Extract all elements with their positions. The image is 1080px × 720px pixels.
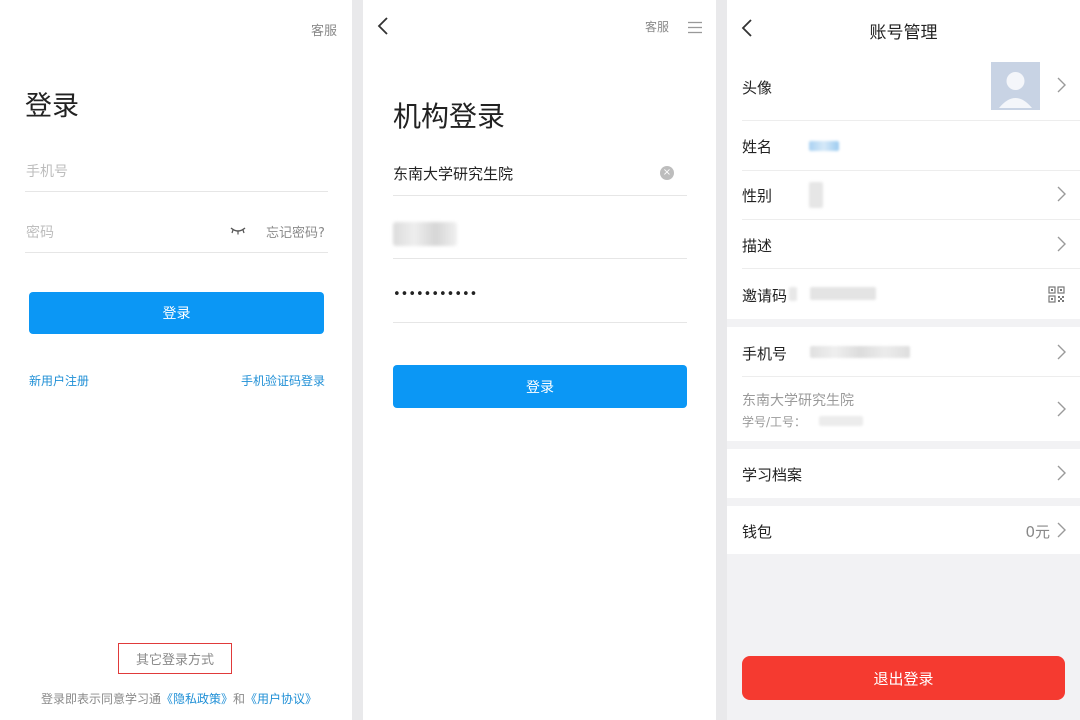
agreement-text: 登录即表示同意学习通《隐私政策》和《用户协议》 xyxy=(41,690,317,707)
avatar-label: 头像 xyxy=(742,79,773,97)
org-login-panel: 客服 机构登录 东南大学研究生院 × ••••••••••• 登录 xyxy=(363,0,716,720)
agreement-prefix: 登录即表示同意学习通 xyxy=(41,692,162,706)
organization-row[interactable]: 东南大学研究生院 学号/工号： xyxy=(727,377,1080,441)
eye-closed-icon[interactable] xyxy=(230,222,246,236)
privacy-policy-link[interactable]: 《隐私政策》 xyxy=(161,692,233,706)
learning-records-label: 学习档案 xyxy=(742,466,803,484)
page-title: 登录 xyxy=(25,91,79,122)
student-id-label: 学号/工号： xyxy=(742,415,807,429)
forgot-password-link[interactable]: 忘记密码? xyxy=(266,222,325,241)
avatar[interactable] xyxy=(991,62,1040,110)
chevron-right-icon xyxy=(1057,401,1066,421)
invite-code-prefix-blurred xyxy=(789,287,797,301)
logout-button[interactable]: 退出登录 xyxy=(742,656,1065,700)
wallet-row[interactable]: 钱包 0元 xyxy=(727,506,1080,554)
phone-input-underline xyxy=(25,191,328,192)
chevron-right-icon xyxy=(1057,186,1066,206)
description-label: 描述 xyxy=(742,237,773,255)
phone-row[interactable]: 手机号 xyxy=(727,327,1080,377)
records-section: 学习档案 xyxy=(727,449,1080,498)
header: 账号管理 xyxy=(727,0,1080,56)
wallet-label: 钱包 xyxy=(742,523,773,541)
account-panel: 账号管理 头像 姓名 性别 描述 邀请码 手机号 东南大学研究生院 学号/工号：… xyxy=(727,0,1080,720)
profile-section: 头像 姓名 性别 描述 邀请码 xyxy=(727,56,1080,319)
password-input[interactable]: ••••••••••• xyxy=(393,287,477,302)
chevron-right-icon xyxy=(1057,522,1066,542)
student-id-value-blurred xyxy=(819,416,863,426)
chevron-right-icon xyxy=(1057,344,1066,364)
phone-input[interactable]: 手机号 xyxy=(26,161,68,181)
phone-value-blurred xyxy=(810,346,910,358)
username-input-underline xyxy=(393,258,687,259)
phone-label: 手机号 xyxy=(742,345,788,363)
chevron-right-icon xyxy=(1057,465,1066,485)
username-input-blurred[interactable] xyxy=(393,222,457,246)
user-agreement-link[interactable]: 《用户协议》 xyxy=(245,692,317,706)
support-link[interactable]: 客服 xyxy=(311,20,337,39)
chevron-right-icon xyxy=(1057,236,1066,256)
password-input-underline xyxy=(25,252,328,253)
other-login-methods-button[interactable]: 其它登录方式 xyxy=(118,643,232,674)
gender-label: 性别 xyxy=(742,187,773,205)
agreement-and: 和 xyxy=(233,692,246,706)
avatar-row[interactable]: 头像 xyxy=(727,56,1080,121)
clear-icon[interactable]: × xyxy=(660,166,674,180)
gender-row[interactable]: 性别 xyxy=(727,170,1080,220)
org-input[interactable]: 东南大学研究生院 xyxy=(393,163,513,184)
sms-login-link[interactable]: 手机验证码登录 xyxy=(241,372,325,389)
gender-value-blurred xyxy=(809,182,823,208)
menu-icon[interactable] xyxy=(687,19,703,34)
page-title: 机构登录 xyxy=(393,100,506,133)
password-input[interactable]: 密码 xyxy=(26,222,54,242)
description-row[interactable]: 描述 xyxy=(727,219,1080,269)
login-button[interactable]: 登录 xyxy=(393,365,687,408)
invite-code-value-blurred xyxy=(810,287,876,300)
binding-section: 手机号 东南大学研究生院 学号/工号： xyxy=(727,327,1080,441)
name-value-blurred xyxy=(809,141,839,151)
learning-records-row[interactable]: 学习档案 xyxy=(727,449,1080,498)
register-link[interactable]: 新用户注册 xyxy=(29,372,89,389)
login-button[interactable]: 登录 xyxy=(29,292,324,334)
password-input-underline xyxy=(393,322,687,323)
qr-code-icon[interactable] xyxy=(1048,286,1065,303)
wallet-balance: 0元 xyxy=(1025,523,1050,541)
page-title: 账号管理 xyxy=(869,23,938,43)
invite-code-row[interactable]: 邀请码 xyxy=(727,269,1080,319)
wallet-section: 钱包 0元 xyxy=(727,506,1080,554)
name-label: 姓名 xyxy=(742,138,773,156)
org-input-underline xyxy=(393,195,687,196)
back-icon[interactable] xyxy=(376,16,390,36)
chevron-right-icon xyxy=(1057,77,1066,97)
name-row[interactable]: 姓名 xyxy=(727,121,1080,171)
organization-name: 东南大学研究生院 xyxy=(742,393,854,409)
login-panel: 客服 登录 手机号 密码 忘记密码? 登录 新用户注册 手机验证码登录 其它登录… xyxy=(0,0,352,720)
support-link[interactable]: 客服 xyxy=(645,18,669,35)
invite-code-label: 邀请码 xyxy=(742,287,788,305)
